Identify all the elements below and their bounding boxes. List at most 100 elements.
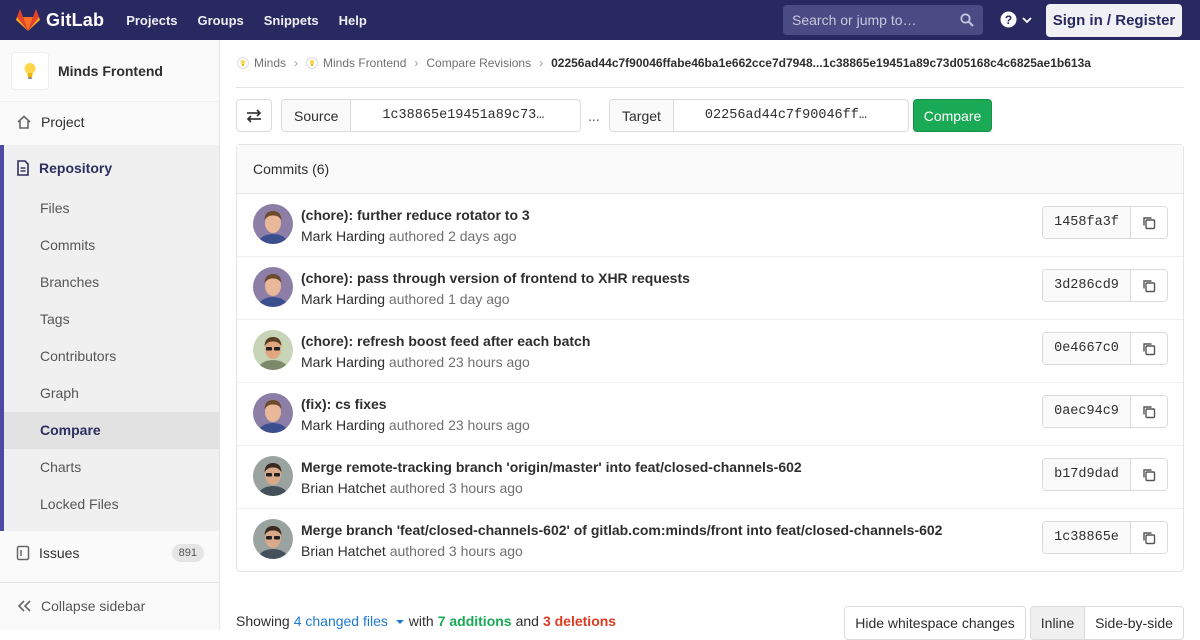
breadcrumb-item-compare-revisions[interactable]: Compare Revisions	[426, 56, 531, 70]
commit-row: (chore): further reduce rotator to 3 Mark…	[237, 194, 1183, 257]
copy-sha-button[interactable]	[1131, 270, 1167, 301]
commit-author[interactable]: Mark Harding	[301, 417, 385, 433]
avatar[interactable]	[253, 393, 293, 433]
avatar[interactable]	[253, 519, 293, 559]
user-avatar-image	[253, 204, 293, 244]
commit-sha-link[interactable]: 3d286cd9	[1043, 270, 1131, 301]
sidebar-item-locked-files[interactable]: Locked Files	[40, 496, 119, 512]
copy-icon	[1143, 405, 1156, 418]
commit-title[interactable]: Merge remote-tracking branch 'origin/mas…	[301, 459, 802, 475]
commit-author[interactable]: Mark Harding	[301, 291, 385, 307]
nav-link-help[interactable]: Help	[339, 13, 367, 28]
project-name: Minds Frontend	[58, 62, 163, 79]
sidebar-item-issues[interactable]: Issues 891	[0, 543, 219, 563]
chevron-right-icon: ›	[414, 56, 419, 70]
swap-revisions-button[interactable]	[236, 99, 272, 132]
copy-icon	[1143, 531, 1156, 544]
commit-sha-link[interactable]: b17d9dad	[1043, 459, 1131, 490]
copy-sha-button[interactable]	[1131, 522, 1167, 553]
inline-view-button[interactable]: Inline	[1030, 606, 1085, 640]
side-by-side-view-button[interactable]: Side-by-side	[1084, 606, 1184, 640]
compare-button[interactable]: Compare	[913, 99, 992, 132]
user-avatar-image	[253, 267, 293, 307]
sidebar-item-compare[interactable]: Compare	[40, 422, 101, 438]
user-avatar-image	[253, 330, 293, 370]
issues-icon	[16, 545, 30, 561]
source-ref-selector[interactable]: Source 1c38865e19451a89c73…	[281, 99, 581, 132]
commit-sha-link[interactable]: 0e4667c0	[1043, 333, 1131, 364]
svg-text:?: ?	[1005, 13, 1012, 27]
commit-verb: authored	[388, 228, 445, 244]
sidebar-item-files[interactable]: Files	[40, 200, 70, 216]
copy-sha-button[interactable]	[1131, 396, 1167, 427]
commit-title[interactable]: (chore): further reduce rotator to 3	[301, 207, 530, 223]
source-ref-value[interactable]: 1c38865e19451a89c73…	[351, 100, 544, 131]
commit-title[interactable]: (chore): pass through version of fronten…	[301, 270, 690, 286]
sign-in-button[interactable]: Sign in / Register	[1046, 4, 1182, 37]
chevron-down-icon	[1022, 16, 1032, 23]
avatar[interactable]	[253, 330, 293, 370]
commit-row: (chore): pass through version of fronten…	[237, 257, 1183, 320]
nav-link-projects[interactable]: Projects	[126, 13, 177, 28]
commit-sha-link[interactable]: 1458fa3f	[1043, 207, 1131, 238]
commit-title[interactable]: (chore): refresh boost feed after each b…	[301, 333, 590, 349]
summary-showing: Showing	[236, 613, 290, 629]
sidebar-item-graph[interactable]: Graph	[40, 385, 79, 401]
search-input[interactable]: Search or jump to…	[783, 5, 983, 35]
sidebar-repository-section: Repository Files Commits Branches Tags C…	[0, 145, 219, 531]
copy-sha-button[interactable]	[1131, 333, 1167, 364]
commit-row: Merge branch 'feat/closed-channels-602' …	[237, 509, 1183, 572]
issues-count-badge: 891	[171, 544, 204, 562]
sidebar-divider	[0, 582, 219, 583]
sidebar-item-contributors[interactable]: Contributors	[40, 348, 116, 364]
commits-panel: Commits (6) (chore): further reduce rota…	[236, 144, 1184, 572]
commit-author[interactable]: Mark Harding	[301, 354, 385, 370]
target-ref-value[interactable]: 02256ad44c7f90046ff…	[674, 100, 867, 131]
user-avatar-image	[253, 519, 293, 559]
sidebar-item-commits[interactable]: Commits	[40, 237, 95, 253]
help-dropdown[interactable]: ?	[1000, 11, 1033, 28]
hide-whitespace-button[interactable]: Hide whitespace changes	[844, 606, 1026, 640]
sidebar-item-branches[interactable]: Branches	[40, 274, 99, 290]
user-avatar-image	[253, 456, 293, 496]
sidebar-item-tags[interactable]: Tags	[40, 311, 70, 327]
commit-sha-link[interactable]: 1c38865e	[1043, 522, 1131, 553]
sidebar-item-repository[interactable]: Repository	[16, 160, 112, 176]
collapse-sidebar-button[interactable]: Collapse sidebar	[0, 596, 219, 616]
project-sidebar: Minds Frontend Project Repository Files …	[0, 40, 220, 630]
caret-down-icon	[395, 620, 404, 624]
nav-link-snippets[interactable]: Snippets	[264, 13, 319, 28]
commit-time: 23 hours ago	[448, 354, 530, 370]
copy-sha-button[interactable]	[1131, 459, 1167, 490]
commit-time: 3 hours ago	[448, 480, 523, 496]
breadcrumb-item-minds[interactable]: Minds	[237, 56, 286, 70]
sidebar-item-charts[interactable]: Charts	[40, 459, 81, 475]
commit-author[interactable]: Mark Harding	[301, 228, 385, 244]
sidebar-project-header[interactable]: Minds Frontend	[0, 40, 219, 102]
commit-title[interactable]: Merge branch 'feat/closed-channels-602' …	[301, 522, 942, 538]
commit-time: 1 day ago	[448, 291, 510, 307]
avatar[interactable]	[253, 267, 293, 307]
commit-sha-link[interactable]: 0aec94c9	[1043, 396, 1131, 427]
commit-meta: Mark Harding authored 2 days ago	[301, 228, 517, 244]
commit-time: 2 days ago	[448, 228, 517, 244]
lightbulb-icon	[306, 57, 319, 69]
breadcrumb-current[interactable]: 02256ad44c7f90046ffabe46ba1e662cce7d7948…	[551, 56, 1091, 70]
copy-sha-button[interactable]	[1131, 207, 1167, 238]
copy-icon	[1143, 468, 1156, 481]
commit-sha-group: 0e4667c0	[1042, 332, 1168, 365]
gitlab-logo[interactable]: GitLab	[16, 9, 104, 31]
commit-author[interactable]: Brian Hatchet	[301, 543, 386, 559]
avatar[interactable]	[253, 456, 293, 496]
nav-link-groups[interactable]: Groups	[198, 13, 244, 28]
commit-title[interactable]: (fix): cs fixes	[301, 396, 387, 412]
commit-verb: authored	[388, 354, 445, 370]
sidebar-item-project[interactable]: Project	[0, 112, 219, 132]
target-ref-selector[interactable]: Target 02256ad44c7f90046ff…	[609, 99, 909, 132]
copy-icon	[1143, 216, 1156, 229]
commits-header: Commits (6)	[237, 145, 1183, 194]
avatar[interactable]	[253, 204, 293, 244]
commit-author[interactable]: Brian Hatchet	[301, 480, 386, 496]
changed-files-dropdown[interactable]: 4 changed files	[294, 613, 405, 629]
breadcrumb-item-minds-frontend[interactable]: Minds Frontend	[306, 56, 406, 70]
